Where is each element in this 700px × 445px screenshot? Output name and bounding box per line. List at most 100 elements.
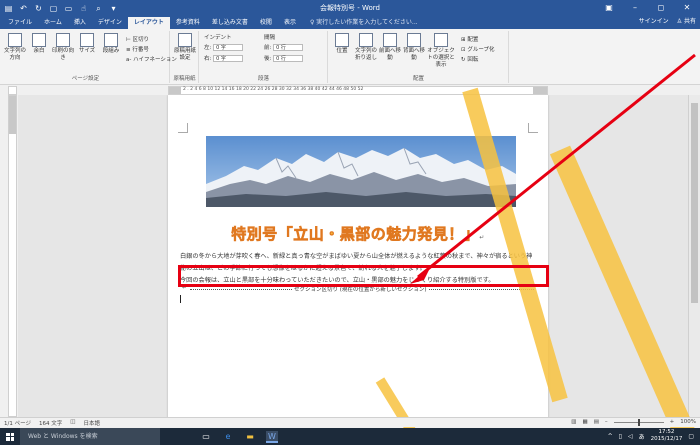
horizontal-ruler[interactable]: 2 . 2 4 6 8 10 12 14 16 18 20 22 24 26 2… — [168, 86, 548, 95]
ribbon: 文字列の方向 余白 印刷の向き サイズ 段組み ⊢ 区切り ≡ 行番号 a- ハ… — [0, 29, 700, 85]
maximize-icon[interactable]: ◻ — [648, 0, 674, 16]
indent-left-input[interactable]: 0 字 — [213, 44, 244, 51]
hyphenation-button[interactable]: a- ハイフネーション — [126, 55, 177, 63]
group-button[interactable]: ⊡ グループ化 — [461, 45, 495, 53]
breaks-button[interactable]: ⊢ 区切り — [126, 35, 149, 43]
network-icon[interactable]: ▯ — [619, 433, 622, 440]
notification-icon[interactable]: ▢ — [688, 433, 694, 440]
arrange-group: 位置 文字列の折り返し 前面へ移動 背面へ移動 オブジェクトの選択と表示 ⊞ 配… — [329, 31, 509, 83]
document-page[interactable]: 特別号「立山・黒部の魅力発見！」↵ 白銀の冬から大地が芽吹く春へ、新緑と真っ青な… — [168, 95, 548, 417]
windows-logo-icon — [6, 432, 14, 441]
touch-mode-icon[interactable]: ☝ — [79, 4, 88, 13]
orientation-label: 印刷の向き — [52, 48, 75, 61]
word-app-icon[interactable]: W — [266, 430, 278, 443]
new-doc-icon[interactable]: ▢ — [49, 4, 58, 13]
text-direction-button[interactable]: 文字列の方向 — [4, 33, 26, 62]
vertical-ruler[interactable] — [8, 95, 17, 417]
tab-layout[interactable]: レイアウト — [127, 17, 170, 29]
spacing-before-field[interactable]: 前: 0 行 — [264, 43, 304, 51]
wrap-text-button[interactable]: 文字列の折り返し — [355, 33, 377, 62]
indent-left-field[interactable]: 左: 0 字 — [204, 43, 244, 51]
close-icon[interactable]: ✕ — [674, 0, 700, 16]
size-button[interactable]: サイズ — [76, 33, 98, 55]
orientation-button[interactable]: 印刷の向き — [52, 33, 74, 62]
document-area[interactable]: 特別号「立山・黒部の魅力発見！」↵ 白銀の冬から大地が芽吹く春へ、新緑と真っ青な… — [18, 95, 700, 417]
indent-right-input[interactable]: 0 字 — [213, 55, 244, 62]
redo-icon[interactable]: ↻ — [34, 4, 43, 13]
manuscript-button[interactable]: 原稿用紙設定 — [174, 33, 196, 62]
tab-insert[interactable]: 挿入 — [68, 17, 92, 29]
selection-pane-button[interactable]: オブジェクトの選択と表示 — [427, 33, 455, 69]
tell-me-box[interactable]: ♀ 実行したい作業を入力してください... — [302, 17, 418, 29]
page-setup-label: ページ設定 — [71, 76, 100, 82]
print-preview-icon[interactable]: ⌕ — [94, 4, 103, 13]
page-count[interactable]: 1/1 ページ — [4, 419, 31, 427]
tab-references[interactable]: 参考資料 — [170, 17, 206, 29]
vertical-scrollbar[interactable] — [688, 95, 700, 417]
taskbar-search[interactable]: Web と Windows を検索 — [20, 428, 160, 445]
rotate-button[interactable]: ↻ 回転 — [461, 55, 478, 63]
tab-design[interactable]: デザイン — [92, 17, 128, 29]
proofing-icon[interactable]: ◫ — [70, 419, 75, 427]
heading-text: 特別号「立山・黒部の魅力発見！」 — [231, 225, 480, 244]
edge-icon[interactable]: e — [222, 431, 234, 443]
zoom-in-icon[interactable]: + — [670, 419, 675, 425]
spacing-after-field[interactable]: 後: 0 行 — [264, 54, 304, 62]
scrollbar-thumb[interactable] — [691, 103, 698, 303]
bring-forward-button[interactable]: 前面へ移動 — [379, 33, 401, 62]
customize-icon[interactable]: ▾ — [109, 4, 118, 13]
window-controls: ▣ – ◻ ✕ — [596, 0, 700, 16]
tell-me-text: 実行したい作業を入力してください... — [316, 19, 418, 26]
share-button[interactable]: ♙ 共有 — [677, 16, 696, 28]
mountain-banner-image[interactable] — [206, 136, 516, 207]
tab-home[interactable]: ホーム — [38, 17, 68, 29]
ribbon-display-icon[interactable]: ▣ — [596, 0, 622, 16]
indent-right-field[interactable]: 右: 0 字 — [204, 54, 244, 62]
bring-forward-label: 前面へ移動 — [379, 48, 402, 61]
zoom-slider[interactable] — [613, 418, 664, 426]
undo-icon[interactable]: ↶ — [19, 4, 28, 13]
read-mode-icon[interactable]: ▥ — [571, 419, 576, 425]
tab-mailings[interactable]: 差し込み文書 — [206, 17, 254, 29]
print-layout-icon[interactable]: ▦ — [583, 419, 588, 425]
explorer-icon[interactable]: ▬ — [244, 431, 256, 443]
indent-right-label: 右: — [204, 56, 212, 62]
position-button[interactable]: 位置 — [331, 33, 353, 55]
text-cursor — [180, 295, 181, 303]
zoom-level[interactable]: 100% — [680, 419, 696, 425]
line-numbers-button[interactable]: ≡ 行番号 — [126, 45, 149, 53]
annotation-highlight-box — [178, 265, 549, 287]
spacing-after-input[interactable]: 0 行 — [273, 55, 304, 62]
tab-file[interactable]: ファイル — [2, 17, 38, 29]
language[interactable]: 日本語 — [83, 419, 100, 427]
send-backward-button[interactable]: 背面へ移動 — [403, 33, 425, 62]
clock[interactable]: 17:52 2015/12/17 — [651, 429, 683, 443]
save-icon[interactable]: ▤ — [4, 4, 13, 13]
ime-icon[interactable]: あ — [639, 432, 645, 441]
spacing-before-input[interactable]: 0 行 — [273, 44, 304, 51]
open-icon[interactable]: ▭ — [64, 4, 73, 13]
system-tray: ^ ▯ ◁ あ 17:52 2015/12/17 ▢ — [608, 429, 694, 443]
ruler-numbers: 2 . 2 4 6 8 10 12 14 16 18 20 22 24 26 2… — [183, 87, 364, 92]
tab-selector[interactable] — [8, 86, 17, 95]
crop-mark-top-right — [528, 123, 538, 133]
columns-button[interactable]: 段組み — [100, 33, 122, 55]
web-layout-icon[interactable]: ▤ — [594, 419, 599, 425]
minimize-icon[interactable]: – — [622, 0, 648, 16]
margins-icon — [32, 33, 46, 47]
margins-button[interactable]: 余白 — [28, 33, 50, 55]
tray-expand-icon[interactable]: ^ — [608, 433, 613, 440]
tab-view[interactable]: 表示 — [278, 17, 302, 29]
windows-taskbar: Web と Windows を検索 ▭ e ▬ W ^ ▯ ◁ あ 17:52 … — [0, 428, 700, 445]
align-button[interactable]: ⊞ 配置 — [461, 35, 478, 43]
task-view-icon[interactable]: ▭ — [200, 431, 212, 443]
tab-review[interactable]: 校閲 — [254, 17, 278, 29]
breaks-label: 区切り — [132, 37, 150, 43]
zoom-out-icon[interactable]: – — [605, 419, 608, 425]
word-count[interactable]: 164 文字 — [39, 419, 62, 427]
document-heading[interactable]: 特別号「立山・黒部の魅力発見！」↵ — [168, 223, 548, 244]
ribbon-tabs: ファイル ホーム 挿入 デザイン レイアウト 参考資料 差し込み文書 校閲 表示… — [0, 16, 700, 29]
volume-icon[interactable]: ◁ — [628, 433, 633, 440]
start-button[interactable] — [0, 428, 20, 445]
signin-link[interactable]: サインイン — [639, 16, 669, 28]
